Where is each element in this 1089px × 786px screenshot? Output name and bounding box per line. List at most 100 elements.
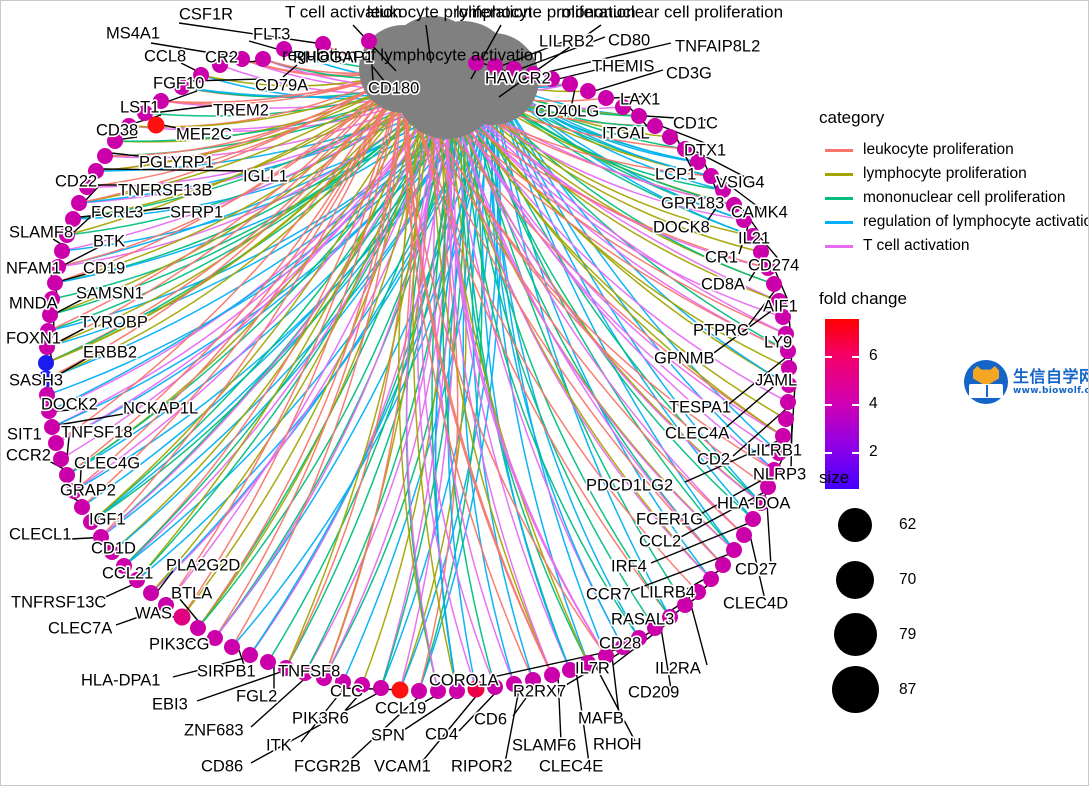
gene-node[interactable] [715,557,731,573]
gene-label: SASH3 [9,371,63,389]
gene-label: IL2RA [655,659,701,677]
gene-label: CLEC4G [74,454,140,472]
category-hub-label: regulation of lymphocyte activation [282,45,543,64]
gene-node[interactable] [778,411,794,427]
gene-node[interactable] [580,83,596,99]
gene-node[interactable] [97,148,113,164]
gene-label: HAVCR2 [485,69,551,87]
colorbar-tick [825,451,832,454]
gene-node[interactable] [391,681,409,699]
size-dot-cell [819,498,891,551]
gene-node[interactable] [44,419,60,435]
colorbar-tick-label: 6 [869,347,878,365]
gene-label: FCER1G [636,510,703,528]
watermark-brand: 生信自学网 [1013,366,1089,386]
category-legend-label: T cell activation [863,237,970,254]
gene-label: EBI3 [152,695,188,713]
gene-label: RASAL3 [611,610,674,628]
gene-node[interactable] [373,680,389,696]
category-legend-item[interactable]: regulation of lymphocyte activation [819,210,1089,234]
category-legend-rows: leukocyte proliferation lymphocyte prolif… [819,138,1089,258]
category-legend-item[interactable]: mononuclear cell proliferation [819,186,1088,210]
gene-label: CCL19 [375,699,426,717]
gene-node[interactable] [598,90,614,106]
gene-node[interactable] [780,394,796,410]
gene-node[interactable] [631,108,647,124]
gene-label: CR2 [205,48,238,66]
gene-node[interactable] [143,585,159,601]
gene-node[interactable] [766,276,782,292]
gene-label: CD22 [55,172,97,190]
gene-label: PLA2G2D [166,556,240,574]
category-legend-item[interactable]: lymphocyte proliferation [819,162,1088,186]
size-legend-item[interactable]: 79 [819,608,1088,661]
gene-node[interactable] [726,542,742,558]
gene-label: CD209 [628,683,679,701]
gene-node[interactable] [745,511,761,527]
size-legend-item[interactable]: 70 [819,553,1088,606]
gene-label: CCR7 [586,585,631,603]
gene-node[interactable] [53,451,69,467]
category-legend-label: regulation of lymphocyte activation [863,213,1089,230]
biowolf-watermark: 生信自学网 www.biowolf.cn [964,349,1088,415]
gene-label: RHOH [593,735,642,753]
size-legend: size 62 70 79 87 [819,468,1088,718]
gene-node[interactable] [255,51,271,67]
gene-label: CR1 [705,248,738,266]
gene-label: CD1C [673,114,718,132]
gene-node[interactable] [38,355,54,371]
size-legend-label: 62 [899,515,917,533]
gene-node[interactable] [71,195,87,211]
colorbar-tick [852,404,859,406]
gene-label: AIF1 [763,297,798,315]
gene-label: CD274 [748,256,799,274]
cnetplot-figure: CSF1R CSF1R FLT3 FLT3 CD180 CD180 MS4A1 MS4A1 CC… [0,0,1089,786]
gene-node[interactable] [190,620,206,636]
category-legend-item[interactable]: T cell activation [819,234,1088,258]
gene-label: IGLL1 [243,167,288,185]
size-legend-item[interactable]: 87 [819,663,1088,716]
gene-label: LY9 [764,333,792,351]
gene-node[interactable] [54,243,70,259]
gene-node[interactable] [74,499,90,515]
gene-node[interactable] [147,116,165,134]
gene-label: FCRL3 [91,203,143,221]
gene-label: CD86 [201,757,243,775]
category-color-swatch [825,220,853,224]
gene-label: CLEC4D [723,594,788,612]
size-dot-cell [819,553,891,606]
gene-label: DOCK2 [41,395,98,413]
gene-node[interactable] [736,527,752,543]
fold-change-tick-labels: 6 4 2 [859,319,919,489]
category-hub-label: mononuclear cell proliferation [561,2,783,21]
size-legend-item[interactable]: 62 [819,498,1088,551]
gene-label: CD28 [599,634,641,652]
gene-label: VSIG4 [716,173,765,191]
gene-label: PIK3CG [149,635,210,653]
gene-label: HLA-DPA1 [81,671,160,689]
gene-label: SFRP1 [170,203,223,221]
gene-node[interactable] [544,667,560,683]
gene-label: SAMSN1 [76,284,144,302]
gene-node[interactable] [242,647,258,663]
size-legend-rows: 62 70 79 87 [819,498,1088,716]
gene-node[interactable] [224,639,240,655]
gene-label: BTLA [171,584,212,602]
gene-node[interactable] [562,76,578,92]
category-legend-label: leukocyte proliferation [863,141,1014,158]
book-icon [969,384,1003,398]
gene-node[interactable] [411,683,427,699]
gene-label: CLEC7A [48,619,112,637]
gene-node[interactable] [260,654,276,670]
colorbar-tick [825,404,832,406]
gene-node[interactable] [47,275,63,291]
gene-label: SIT1 [7,425,42,443]
gene-label: CD4 [425,725,458,743]
gene-label: GPNMB [654,349,715,367]
gene-node[interactable] [173,608,191,626]
gene-label: CD80 [608,31,650,49]
category-legend-item[interactable]: leukocyte proliferation [819,138,1088,162]
gene-label: IRF4 [611,557,647,575]
colorbar-tick [852,356,859,359]
gene-node[interactable] [703,571,719,587]
